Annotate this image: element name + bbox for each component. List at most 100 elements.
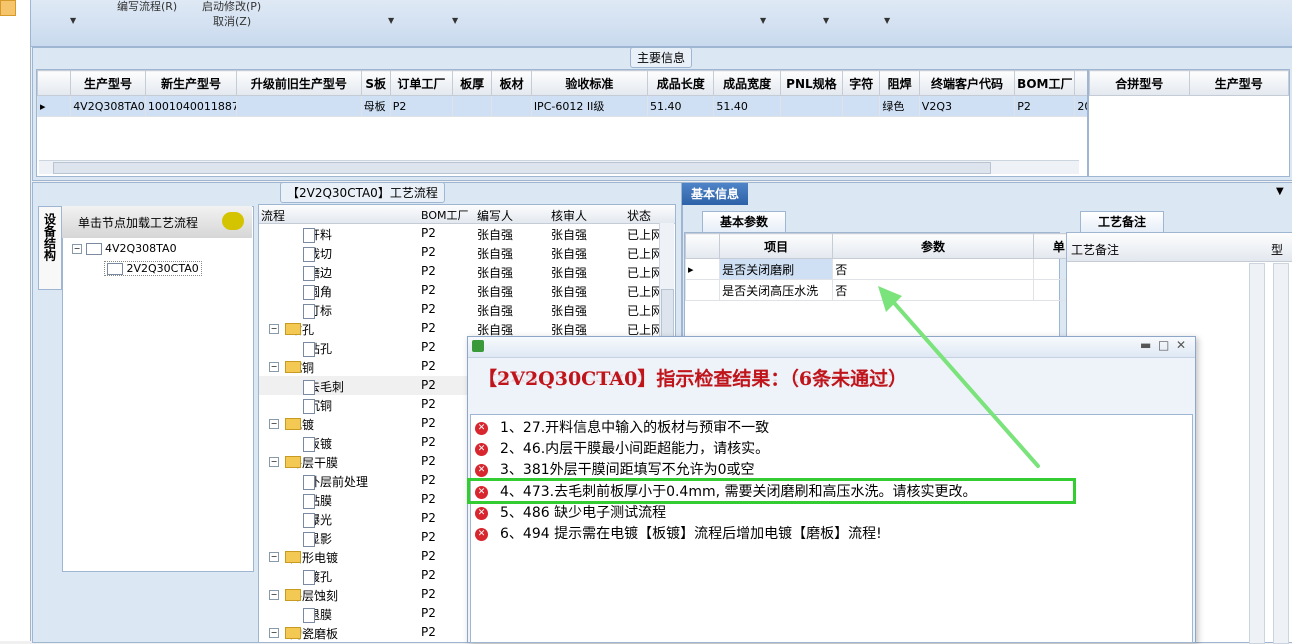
cell-bom[interactable]: P2 [421, 321, 436, 335]
minimize-icon[interactable]: ▬ [1140, 338, 1151, 352]
list-item[interactable]: ✕ 2、46.内层干膜最小间距超能力，请核实。 [475, 438, 769, 459]
dropdown-caret-icon[interactable]: ▼ [884, 16, 890, 25]
cell-bom[interactable]: P2 [421, 587, 436, 601]
table-cell[interactable] [779, 95, 844, 117]
table-cell[interactable]: 201 [1074, 95, 1087, 117]
dropdown-caret-icon[interactable]: ▼ [70, 16, 76, 25]
list-item[interactable]: ✕ 1、27.开料信息中输入的板材与预审不一致 [475, 417, 769, 438]
cell-reviewer[interactable]: 张自强 [551, 245, 587, 262]
basic-info-tab[interactable]: 基本信息 [682, 183, 748, 205]
collapse-icon[interactable]: − [269, 457, 279, 467]
table-cell[interactable]: 10010400118878 [144, 95, 238, 117]
column-header[interactable]: 板材 [491, 70, 532, 96]
column-header[interactable]: 型 [1271, 241, 1283, 258]
flow-row[interactable]: 裁切 P2 张自强 张自强 已上网 [259, 243, 663, 262]
table-cell[interactable]: P2 [389, 95, 453, 117]
cell-reviewer[interactable]: 张自强 [551, 283, 587, 300]
table-cell[interactable]: 4V2Q308TA0 [70, 95, 146, 117]
dropdown-caret-icon[interactable]: ▼ [1276, 186, 1284, 197]
table-cell[interactable] [451, 95, 493, 117]
column-header[interactable]: 验收标准 [530, 70, 649, 96]
cell-bom[interactable]: P2 [421, 416, 436, 430]
cell-status[interactable]: 已上网 [627, 302, 663, 319]
column-header[interactable]: 板厚 [451, 70, 493, 96]
column-header[interactable]: 参数 [832, 233, 1034, 259]
column-header[interactable]: 生产型号 [70, 70, 146, 96]
cell-reviewer[interactable]: 张自强 [551, 302, 587, 319]
column-header[interactable]: 成品宽度 [713, 70, 781, 96]
cell-status[interactable]: 已上网 [627, 264, 663, 281]
cell-bom[interactable]: P2 [421, 226, 436, 240]
collapse-icon[interactable]: − [269, 419, 279, 429]
vertical-scrollbar[interactable] [1249, 263, 1265, 644]
table-cell[interactable]: 母板 [360, 95, 391, 117]
cell-status[interactable]: 已上网 [627, 283, 663, 300]
table-cell[interactable]: 是否关闭高压水洗 [719, 279, 834, 301]
scrollbar-thumb[interactable] [53, 162, 991, 174]
flow-row[interactable]: 打标 P2 张自强 张自强 已上网 [259, 300, 663, 319]
column-header[interactable]: 流程 [261, 207, 285, 224]
table-cell[interactable]: 51.40 [713, 95, 781, 117]
list-item[interactable]: ✕ 5、486 缺少电子测试流程 [475, 502, 666, 523]
table-cell[interactable] [236, 95, 362, 117]
basic-params-tab[interactable]: 基本参数 [702, 211, 786, 232]
column-header[interactable]: 合拼型号 [1089, 70, 1190, 96]
list-item[interactable]: ✕ 3、381外层干膜间距填写不允许为0或空 [475, 459, 755, 480]
start-modify-button[interactable]: 启动修改(P) [202, 0, 261, 14]
column-header[interactable]: 终端客户代码 [918, 70, 1016, 96]
nav-tab[interactable] [0, 0, 16, 16]
column-header[interactable]: 核审人 [551, 207, 587, 224]
column-header[interactable]: 编写人 [477, 207, 513, 224]
tree-node-selected[interactable]: 2V2Q30CTA0 [104, 261, 202, 276]
dropdown-caret-icon[interactable]: ▼ [760, 16, 766, 25]
cell-bom[interactable]: P2 [421, 549, 436, 563]
flow-row[interactable]: 圆角 P2 张自强 张自强 已上网 [259, 281, 663, 300]
cell-bom[interactable]: P2 [421, 340, 436, 354]
flow-row[interactable]: 磨边 P2 张自强 张自强 已上网 [259, 262, 663, 281]
cell-writer[interactable]: 张自强 [477, 245, 513, 262]
column-header[interactable]: BOM工厂 [1014, 70, 1076, 96]
table-cell[interactable]: 是否关闭磨刷 [719, 258, 834, 280]
list-item[interactable]: ✕ 6、494 提示需在电镀【板镀】流程后增加电镀【磨板】流程! [475, 523, 882, 544]
process-remark-tab[interactable]: 工艺备注 [1080, 211, 1164, 232]
cancel-button[interactable]: 取消(Z) [213, 13, 251, 29]
cell-bom[interactable]: P2 [421, 568, 436, 582]
flow-row[interactable]: 开料 P2 张自强 张自强 已上网 [259, 224, 663, 243]
cell-bom[interactable]: P2 [421, 492, 436, 506]
cell-bom[interactable]: P2 [421, 245, 436, 259]
collapse-icon[interactable]: − [269, 362, 279, 372]
column-header[interactable]: 项目 [719, 233, 834, 259]
cell-writer[interactable]: 张自强 [477, 226, 513, 243]
dropdown-caret-icon[interactable]: ▼ [452, 16, 458, 25]
cell-writer[interactable]: 张自强 [477, 283, 513, 300]
cell-bom[interactable]: P2 [421, 511, 436, 525]
cell-bom[interactable]: P2 [421, 264, 436, 278]
table-cell[interactable]: IPC-6012 II级 [530, 95, 649, 117]
close-icon[interactable]: ✕ [1176, 338, 1186, 352]
column-header[interactable]: 升级前旧生产型号 [236, 70, 362, 96]
cell-bom[interactable]: P2 [421, 397, 436, 411]
column-header[interactable]: S板 [360, 70, 391, 96]
column-header[interactable]: 生产型号 [1188, 70, 1289, 96]
table-cell[interactable]: 51.40 [646, 95, 715, 117]
vertical-scrollbar[interactable] [1273, 263, 1289, 644]
collapse-icon[interactable]: − [269, 324, 279, 334]
cell-status[interactable]: 已上网 [627, 226, 663, 243]
cell-bom[interactable]: P2 [421, 473, 436, 487]
maximize-icon[interactable]: □ [1158, 338, 1169, 352]
cell-writer[interactable]: 张自强 [477, 302, 513, 319]
column-header[interactable]: PNL规格 [779, 70, 844, 96]
table-row[interactable]: ▸ 4V2Q308TA0 10010400118878 母板 P2 IPC-60… [37, 95, 1087, 117]
column-header[interactable]: 字符 [842, 70, 881, 96]
cell-bom[interactable]: P2 [421, 606, 436, 620]
cell-bom[interactable]: P2 [421, 530, 436, 544]
cell-bom[interactable]: P2 [421, 359, 436, 373]
column-header[interactable]: 型 [1074, 70, 1087, 96]
table-cell[interactable] [842, 95, 881, 117]
table-row[interactable]: ▸ 是否关闭磨刷 否 [684, 258, 1086, 280]
equipment-structure-tab[interactable]: 设备结构 [38, 206, 62, 290]
column-header[interactable]: 成品长度 [646, 70, 715, 96]
horizontal-scrollbar[interactable] [39, 160, 1079, 174]
column-header[interactable]: 订单工厂 [389, 70, 453, 96]
cell-bom[interactable]: P2 [421, 302, 436, 316]
